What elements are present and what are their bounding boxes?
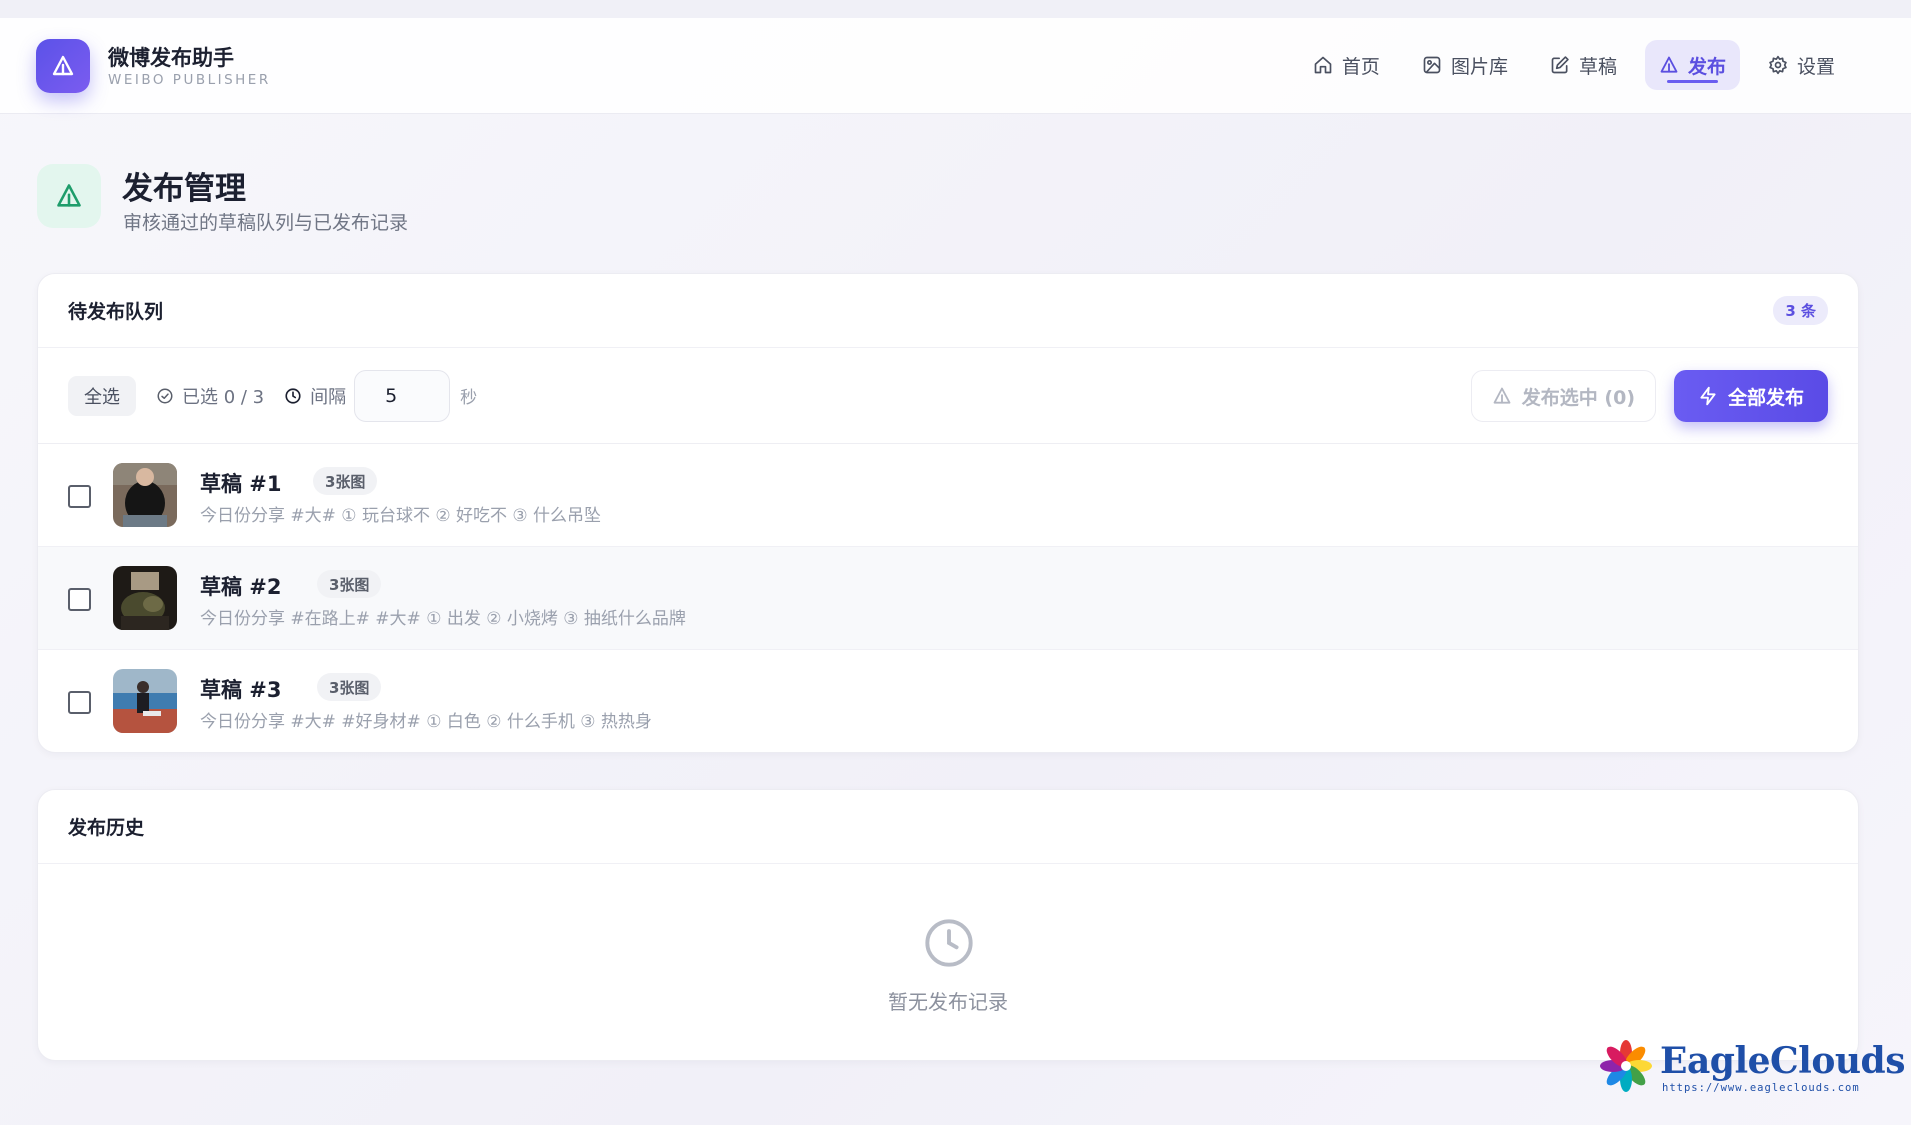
send-icon [52,55,74,76]
watermark-url: https://www.eagleclouds.com [1662,1082,1860,1094]
top-strip [0,0,1911,18]
publish-selected-button[interactable]: 发布选中 (0) [1470,370,1656,422]
main-nav: 首页 图片库 草稿 发布 设置 [1299,40,1849,90]
nav-publish[interactable]: 发布 [1644,40,1740,90]
interval-label: 间隔 [284,383,346,409]
selected-count: 已选 0 / 3 [156,383,264,409]
flower-logo-icon [1600,1040,1652,1092]
row-checkbox[interactable] [68,485,91,508]
queue-toolbar: 全选 已选 0 / 3 间隔 秒 发布选中 (0) 全部发布 [38,348,1858,444]
page-title: 发布管理 [122,171,246,207]
nav-home[interactable]: 首页 [1299,40,1394,90]
selected-count-text: 已选 0 / 3 [182,386,265,408]
watermark-brand: EagleClouds [1660,1040,1905,1082]
send-icon [1660,56,1678,73]
check-circle-icon [157,388,173,403]
app-logo[interactable] [36,39,90,93]
draft-title: 草稿 #2 [200,575,282,599]
gear-icon [1769,55,1787,75]
interval-input[interactable] [354,369,451,422]
queue-count-badge: 3 条 [1773,296,1828,325]
publish-all-button[interactable]: 全部发布 [1673,370,1828,422]
photo-image [113,566,177,630]
image-count-badge: 3张图 [313,467,378,495]
send-icon [1493,387,1511,404]
clock-icon [925,919,973,967]
nav-gallery[interactable]: 图片库 [1408,40,1522,90]
app-title: 微博发布助手 [108,46,234,70]
history-header: 发布历史 [38,790,1858,864]
home-icon [1314,56,1332,74]
page-subtitle: 审核通过的草稿队列与已发布记录 [123,212,409,234]
publish-selected-label: 发布选中 (0) [1521,386,1635,409]
draft-thumbnail[interactable] [113,669,177,733]
clock-icon [285,387,301,404]
draft-description: 今日份分享 #大# ① 玩台球不 ② 好吃不 ③ 什么吊坠 [200,506,602,526]
history-title: 发布历史 [68,817,145,839]
interval-unit: 秒 [460,388,478,408]
image-icon [1423,56,1441,74]
queue-header: 待发布队列 3 条 [38,274,1858,348]
row-checkbox[interactable] [68,691,91,714]
history-card: 发布历史 暂无发布记录 [37,789,1859,1061]
queue-card: 待发布队列 3 条 全选 已选 0 / 3 间隔 秒 发布选中 (0) 全部发布 [37,273,1859,753]
draft-row[interactable]: 草稿 #3 3张图 今日份分享 #大# #好身材# ① 白色 ② 什么手机 ③ … [38,650,1858,752]
draft-thumbnail[interactable] [113,566,177,630]
draft-row[interactable]: 草稿 #2 3张图 今日份分享 #在路上# #大# ① 出发 ② 小烧烤 ③ 抽… [38,547,1858,650]
nav-gallery-label: 图片库 [1450,55,1508,78]
image-count-badge: 3张图 [317,570,382,598]
page-icon [37,164,101,228]
interval-label-text: 间隔 [310,386,347,408]
eagleclouds-watermark: EagleClouds https://www.eagleclouds.com [1598,1038,1905,1098]
app-subtitle: WEIBO PUBLISHER [108,72,271,88]
publish-all-label: 全部发布 [1727,386,1804,409]
photo-image [113,463,177,527]
history-empty-text: 暂无发布记录 [888,990,1008,1014]
draft-thumbnail[interactable] [113,463,177,527]
draft-description: 今日份分享 #大# #好身材# ① 白色 ② 什么手机 ③ 热热身 [200,712,652,732]
draft-row[interactable]: 草稿 #1 3张图 今日份分享 #大# ① 玩台球不 ② 好吃不 ③ 什么吊坠 [38,444,1858,547]
image-count-badge: 3张图 [317,673,382,701]
draft-title: 草稿 #1 [200,472,282,496]
draft-title: 草稿 #3 [200,678,282,702]
lightning-icon [1700,386,1716,406]
nav-drafts-label: 草稿 [1578,55,1617,78]
edit-icon [1551,56,1569,74]
row-checkbox[interactable] [68,588,91,611]
select-all-button[interactable]: 全选 [68,375,136,416]
send-icon [57,184,81,207]
nav-settings-label: 设置 [1796,55,1835,78]
photo-image [113,669,177,733]
nav-publish-label: 发布 [1687,55,1726,78]
queue-title: 待发布队列 [68,301,164,323]
app-header: 微博发布助手 WEIBO PUBLISHER 首页 图片库 草稿 发布 设置 [0,18,1911,114]
nav-home-label: 首页 [1341,55,1380,78]
nav-drafts[interactable]: 草稿 [1536,40,1631,90]
draft-description: 今日份分享 #在路上# #大# ① 出发 ② 小烧烤 ③ 抽纸什么品牌 [200,609,686,629]
nav-settings[interactable]: 设置 [1754,40,1849,90]
